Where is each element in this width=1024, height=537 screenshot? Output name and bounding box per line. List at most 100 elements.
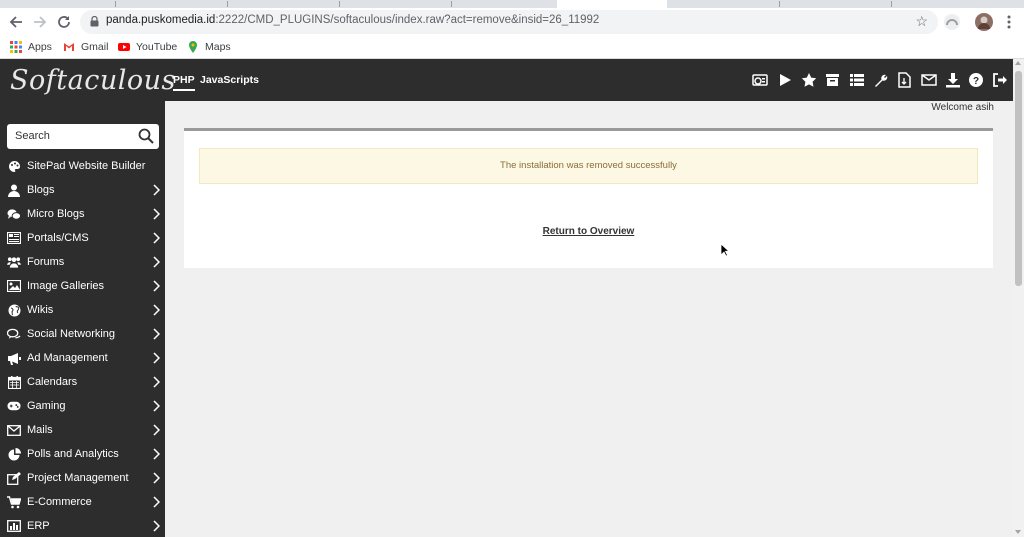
sidebar-item-label: Gaming	[27, 400, 66, 412]
search-input[interactable]: Search	[7, 124, 159, 149]
email-icon[interactable]	[921, 72, 937, 88]
url-path: :2222/CMD_PLUGINS/softaculous/index.raw?…	[215, 14, 600, 26]
browser-tab-active[interactable]	[557, 0, 667, 8]
sidebar-item-sitepad[interactable]: SitePad Website Builder	[0, 155, 165, 177]
sidebar-item-ad-management[interactable]: Ad Management	[0, 347, 165, 369]
welcome-text: Welcome asih	[931, 102, 994, 113]
main-content: Welcome asih The installation was remove…	[165, 101, 1013, 537]
mouse-cursor-icon	[720, 243, 730, 257]
url-text: panda.puskomedia.id:2222/CMD_PLUGINS/sof…	[106, 14, 599, 26]
bookmark-label: Maps	[205, 41, 231, 53]
demo-play-icon[interactable]	[778, 72, 794, 88]
rating-star-icon[interactable]	[801, 72, 817, 88]
chevron-right-icon	[153, 184, 160, 196]
gamepad-icon	[7, 399, 21, 413]
apps-grid-icon	[10, 41, 22, 53]
success-alert: The installation was removed successfull…	[199, 148, 978, 184]
backup-archive-icon[interactable]	[825, 72, 841, 88]
chevron-right-icon	[153, 280, 160, 292]
chevron-right-icon	[153, 256, 160, 268]
settings-wrench-icon[interactable]	[873, 72, 889, 88]
tab-separator	[891, 1, 892, 7]
image-icon	[7, 279, 21, 293]
sidebar-item-social-networking[interactable]: Social Networking	[0, 323, 165, 345]
return-to-overview-link-row: Return to Overview	[184, 226, 993, 237]
bookmark-label: Apps	[28, 41, 52, 53]
softaculous-header: Softaculous PHP JavaScripts ?	[0, 59, 1013, 101]
address-bar[interactable]: panda.puskomedia.id:2222/CMD_PLUGINS/sof…	[80, 10, 938, 34]
installations-icon[interactable]	[752, 72, 768, 88]
sidebar-item-label: Ad Management	[27, 352, 108, 364]
bookmark-maps[interactable]: Maps	[187, 40, 231, 54]
newspaper-icon	[7, 231, 21, 245]
download-icon[interactable]	[945, 72, 961, 88]
sidebar: Search SitePad Website Builder Blogs Mic…	[0, 101, 165, 537]
chevron-right-icon	[153, 400, 160, 412]
bookmark-youtube[interactable]: YouTube	[118, 40, 177, 54]
tab-separator	[115, 1, 116, 7]
bookmark-apps[interactable]: Apps	[10, 40, 52, 54]
users-icon	[7, 255, 21, 269]
sidebar-item-label: ERP	[27, 520, 50, 532]
chevron-right-icon	[153, 304, 160, 316]
edit-icon	[7, 471, 21, 485]
page-scrollbar[interactable]	[1013, 59, 1024, 537]
globe-icon	[7, 303, 21, 317]
back-icon[interactable]	[6, 12, 26, 32]
sidebar-item-label: Forums	[27, 256, 65, 268]
bar-chart-icon	[7, 519, 21, 533]
sidebar-item-portals-cms[interactable]: Portals/CMS	[0, 227, 165, 249]
return-to-overview-link[interactable]: Return to Overview	[543, 226, 635, 237]
tab-separator	[451, 1, 452, 7]
sidebar-item-wikis[interactable]: Wikis	[0, 299, 165, 321]
browser-menu-icon[interactable]	[999, 12, 1019, 32]
bookmark-star-icon[interactable]: ☆	[915, 13, 928, 30]
sitepad-palette-icon	[7, 159, 21, 173]
scrollbar-thumb[interactable]	[1015, 71, 1022, 286]
sidebar-item-calendars[interactable]: Calendars	[0, 371, 165, 393]
forward-icon[interactable]	[30, 12, 50, 32]
sidebar-item-forums[interactable]: Forums	[0, 251, 165, 273]
lock-icon	[90, 16, 99, 27]
bookmark-label: Gmail	[81, 41, 109, 53]
svg-text:?: ?	[973, 76, 979, 87]
sidebar-item-label: Mails	[27, 424, 53, 436]
reload-icon[interactable]	[54, 12, 74, 32]
sidebar-item-mails[interactable]: Mails	[0, 419, 165, 441]
bookmark-gmail[interactable]: Gmail	[63, 40, 108, 54]
import-file-icon[interactable]	[897, 72, 913, 88]
tab-javascripts[interactable]: JavaScripts	[200, 74, 259, 86]
chevron-right-icon	[153, 376, 160, 388]
sidebar-item-micro-blogs[interactable]: Micro Blogs	[0, 203, 165, 225]
search-icon[interactable]	[138, 128, 154, 144]
sidebar-item-image-galleries[interactable]: Image Galleries	[0, 275, 165, 297]
sidebar-item-gaming[interactable]: Gaming	[0, 395, 165, 417]
bookmarks-bar: Apps Gmail YouTube Maps	[0, 36, 1024, 59]
cart-icon	[7, 495, 21, 509]
sidebar-item-label: Polls and Analytics	[27, 448, 119, 460]
chevron-right-icon	[153, 472, 160, 484]
bullhorn-icon	[7, 351, 21, 365]
chevron-right-icon	[153, 424, 160, 436]
sidebar-item-e-commerce[interactable]: E-Commerce	[0, 491, 165, 513]
logout-icon[interactable]	[992, 72, 1008, 88]
sidebar-item-project-management[interactable]: Project Management	[0, 467, 165, 489]
avatar[interactable]	[974, 12, 994, 32]
browser-toolbar: panda.puskomedia.id:2222/CMD_PLUGINS/sof…	[0, 8, 1024, 36]
softaculous-logo[interactable]: Softaculous	[10, 65, 176, 96]
scroll-down-icon[interactable]	[1015, 530, 1021, 534]
sidebar-item-polls-analytics[interactable]: Polls and Analytics	[0, 443, 165, 465]
list-icon[interactable]	[849, 72, 865, 88]
url-host: panda.puskomedia.id	[106, 14, 216, 26]
content-panel: The installation was removed successfull…	[184, 128, 993, 268]
tab-php[interactable]: PHP	[173, 74, 195, 91]
sidebar-item-label: Calendars	[27, 376, 78, 388]
sidebar-item-blogs[interactable]: Blogs	[0, 179, 165, 201]
help-icon[interactable]: ?	[968, 72, 984, 88]
scroll-up-icon[interactable]	[1015, 61, 1021, 65]
envelope-icon	[7, 423, 21, 437]
sidebar-item-erp[interactable]: ERP	[0, 515, 165, 537]
extension-icon[interactable]	[942, 12, 962, 32]
comments-icon	[7, 327, 21, 341]
chat-icon	[7, 207, 21, 221]
